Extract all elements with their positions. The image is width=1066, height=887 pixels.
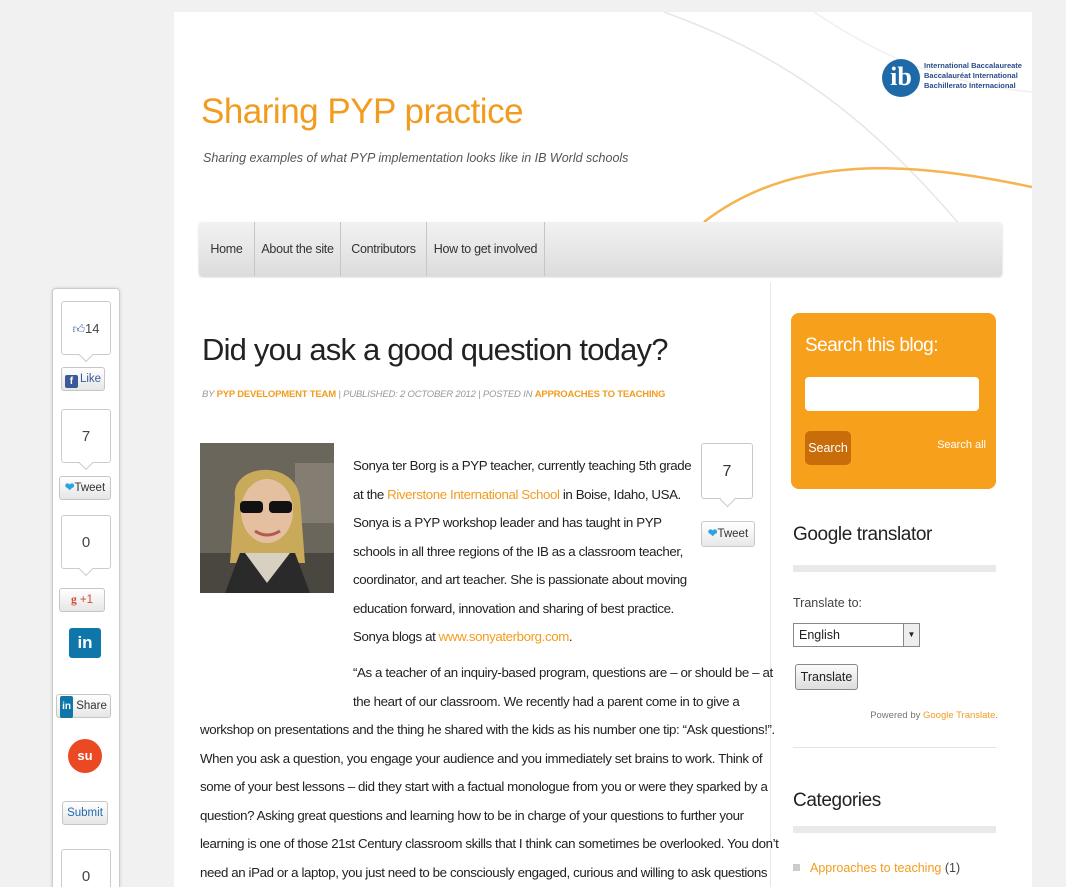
main-nav: Home About the site Contributors How to …: [199, 222, 1002, 276]
translator-title: Google translator: [793, 524, 932, 545]
powered-by: Powered by Google Translate.: [870, 710, 998, 721]
inline-tweet-count: 7: [701, 443, 753, 499]
facebook-like-count: 👍︎14: [61, 301, 111, 355]
school-link[interactable]: Riverstone International School: [387, 487, 560, 502]
search-widget: Search this blog: Search Search all: [791, 313, 996, 489]
ib-logo: ib International Baccalaureate Baccalaur…: [880, 57, 1030, 117]
facebook-like-button[interactable]: f Like: [61, 367, 105, 391]
google-translate-link[interactable]: Google Translate: [923, 710, 995, 721]
post-meta: BY PYP DEVELOPMENT TEAM | PUBLISHED: 2 O…: [202, 389, 666, 400]
translator-title-bar: [793, 565, 996, 572]
search-title: Search this blog:: [805, 335, 939, 356]
site-title[interactable]: Sharing PYP practice: [201, 92, 524, 132]
nav-get-involved[interactable]: How to get involved: [427, 222, 545, 276]
tweet-button[interactable]: ❤︎Tweet: [59, 476, 111, 500]
ib-logo-line: International Baccalaureate: [924, 61, 1022, 70]
ib-logo-mark: ib: [882, 59, 920, 97]
categories-title-bar: [793, 826, 996, 833]
google-plus-button[interactable]: g +1: [59, 588, 105, 612]
author-photo: [200, 443, 334, 593]
search-input[interactable]: [805, 377, 979, 411]
nav-contributors[interactable]: Contributors: [341, 222, 427, 276]
category-item: Approaches to teaching (1): [793, 861, 960, 875]
translate-button[interactable]: Translate: [795, 664, 858, 690]
bullet-icon: [793, 864, 800, 871]
google-plus-count: 0: [61, 515, 111, 569]
inline-tweet-button[interactable]: ❤︎Tweet: [701, 521, 755, 547]
thumbs-up-icon: 👍︎: [72, 322, 86, 336]
language-select[interactable]: English ▼: [793, 623, 920, 647]
post-body: workshop on presentations and the thing …: [200, 722, 779, 880]
page: Sharing PYP practice Sharing examples of…: [174, 12, 1032, 887]
category-link[interactable]: Approaches to teaching: [810, 861, 941, 875]
linkedin-share-button[interactable]: in Share: [56, 694, 111, 718]
nav-about[interactable]: About the site: [255, 222, 341, 276]
tweet-count: 7: [61, 409, 111, 463]
linkedin-small-icon: in: [60, 696, 73, 718]
facebook-icon: f: [64, 375, 78, 388]
categories-title: Categories: [793, 790, 881, 811]
stumbleupon-icon: su: [68, 739, 102, 773]
header-decoration: [663, 12, 1032, 243]
share-sidebar: 👍︎14 f Like 7 ❤︎Tweet 0 g +1 in in Share …: [52, 288, 120, 887]
author-bio: Sonya ter Borg is a PYP teacher, current…: [353, 458, 692, 644]
post-title[interactable]: Did you ask a good question today?: [202, 332, 669, 368]
post-category-link[interactable]: APPROACHES TO TEACHING: [535, 389, 666, 400]
post-quote-intro: “As a teacher of an inquiry-based progra…: [353, 665, 773, 709]
stumbleupon-submit-button[interactable]: Submit: [62, 801, 108, 825]
search-all-link[interactable]: Search all: [937, 439, 986, 451]
post-author-link[interactable]: PYP DEVELOPMENT TEAM: [217, 389, 337, 400]
site-tagline: Sharing examples of what PYP implementat…: [203, 151, 629, 165]
stumble-count: 0: [61, 849, 111, 887]
inline-tweet-widget: 7 ❤︎Tweet: [701, 443, 755, 553]
ib-logo-line: Bachillerato Internacional: [924, 81, 1016, 90]
linkedin-icon: in: [69, 628, 101, 658]
blog-link[interactable]: www.sonyaterborg.com: [439, 629, 570, 644]
dropdown-arrow-icon: ▼: [903, 624, 919, 646]
google-plus-icon: g: [70, 594, 77, 606]
sidebar-divider: [793, 747, 996, 748]
nav-home[interactable]: Home: [199, 222, 255, 276]
search-button[interactable]: Search: [805, 431, 851, 465]
translate-label: Translate to:: [793, 596, 863, 610]
ib-logo-line: Baccalauréat International: [924, 71, 1018, 80]
